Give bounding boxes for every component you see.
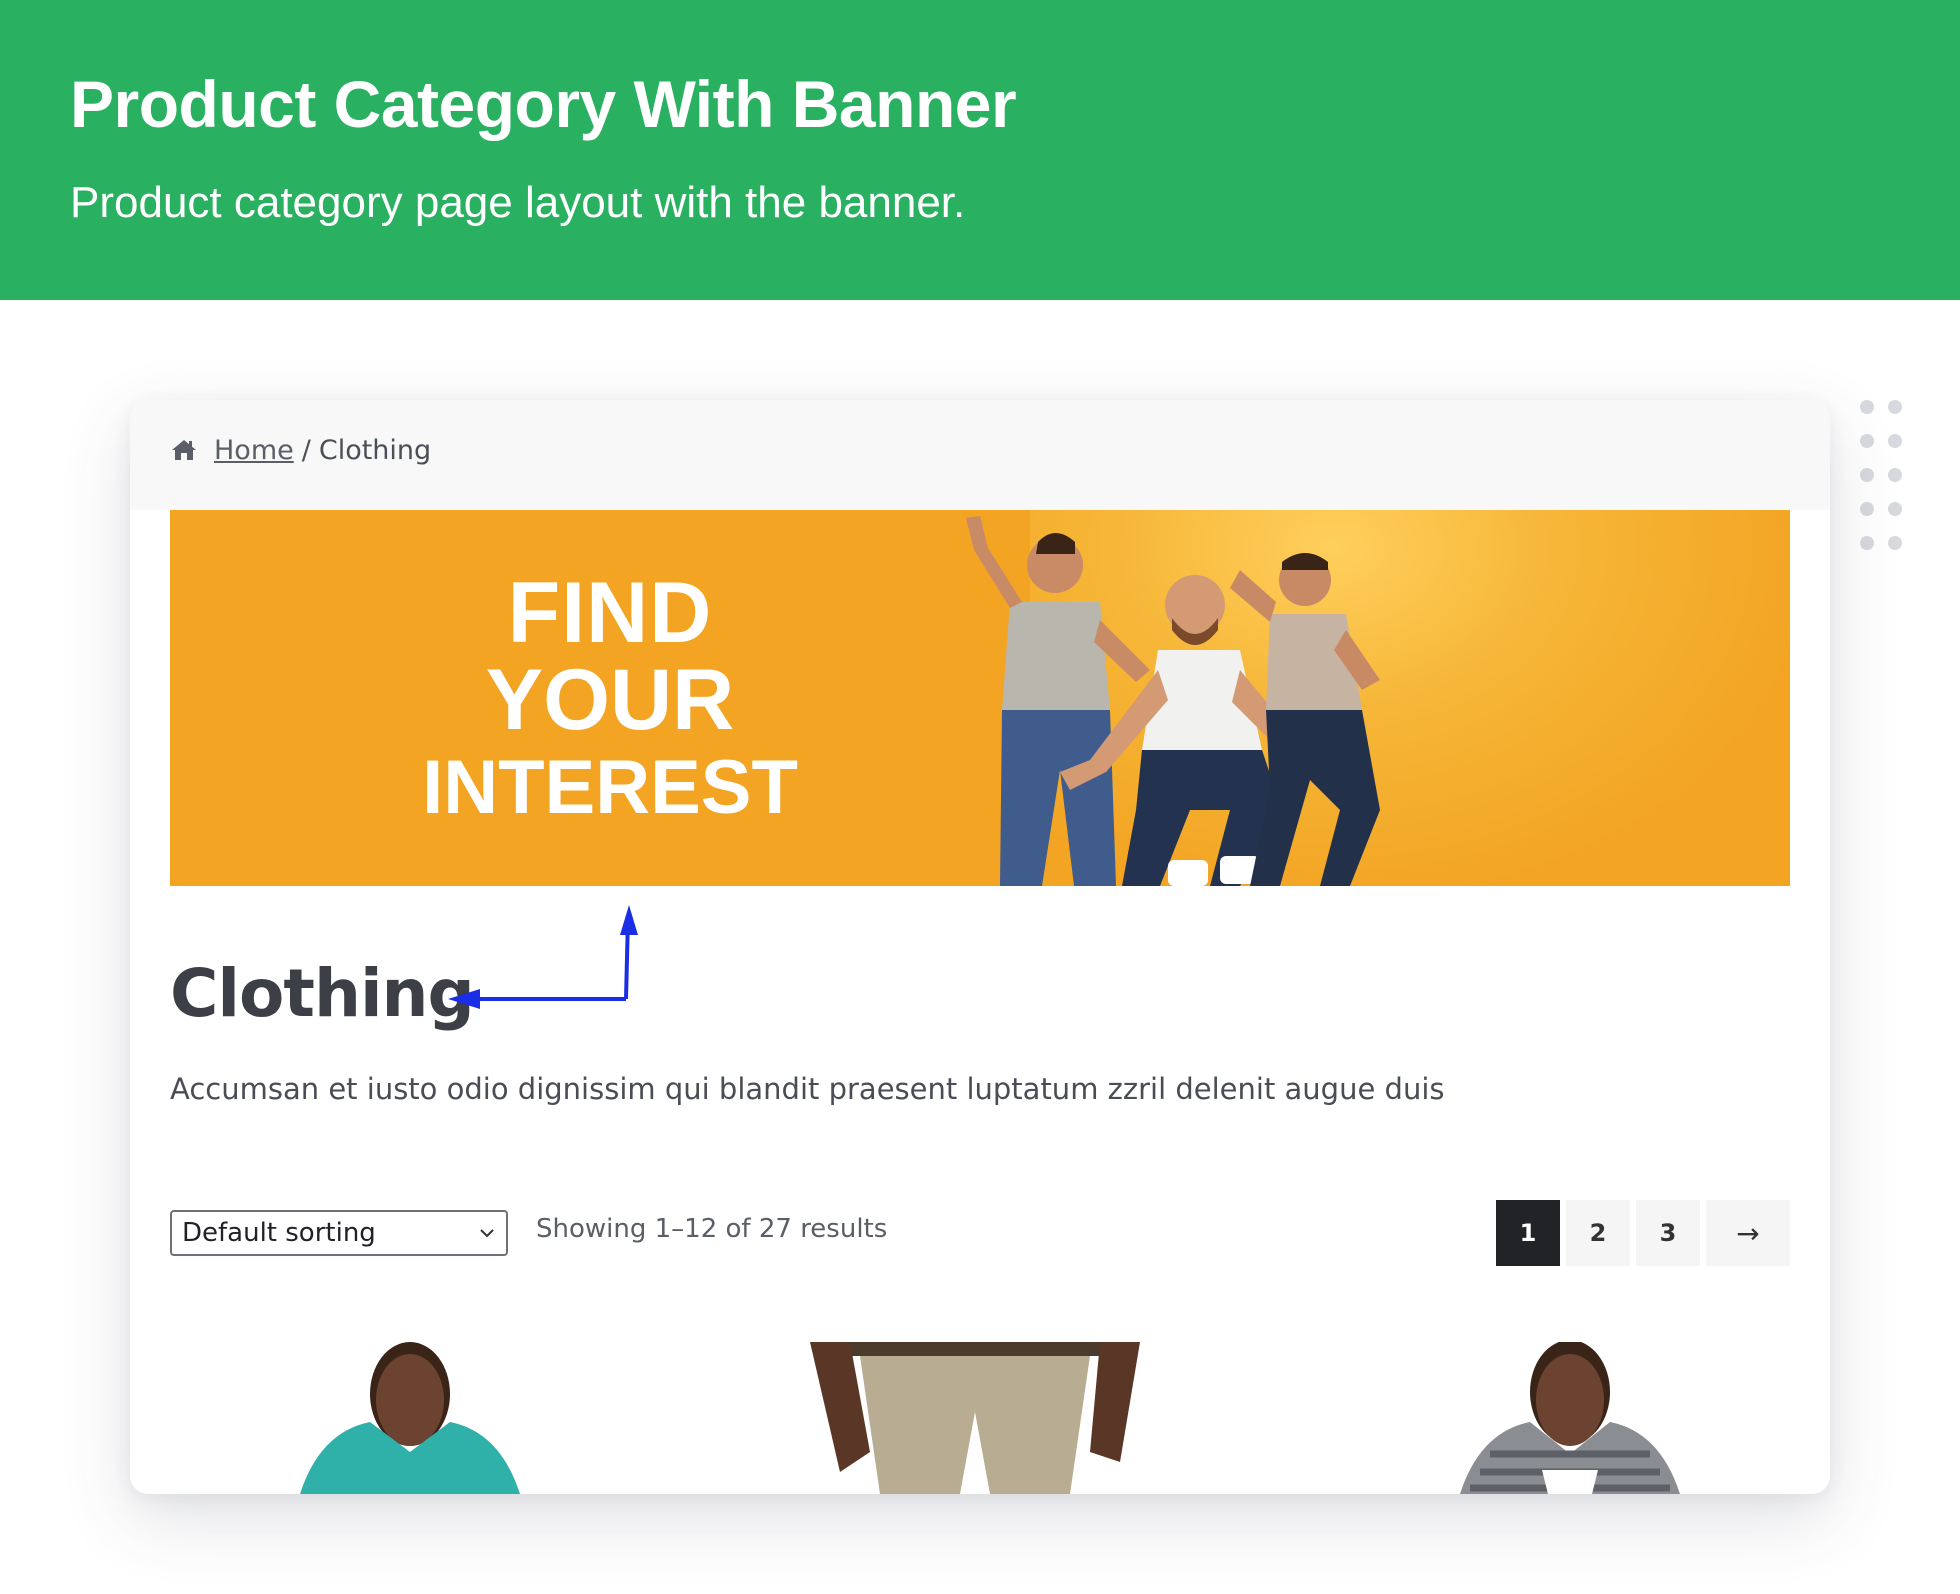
product-image-pants[interactable] <box>810 1342 1140 1494</box>
breadcrumb: Home / Clothing <box>170 430 431 470</box>
category-banner-image: FIND YOUR INTEREST <box>170 510 1790 886</box>
pagination: 1 2 3 → <box>1496 1200 1790 1266</box>
product-image-hoodie[interactable] <box>260 1342 560 1494</box>
banner-people-photo <box>966 516 1380 886</box>
page-3-button[interactable]: 3 <box>1636 1200 1700 1266</box>
category-title: Clothing <box>170 955 475 1032</box>
sorting-select-value: Default sorting <box>182 1218 376 1248</box>
home-icon[interactable] <box>170 438 198 462</box>
banner-line-3: INTEREST <box>422 745 798 830</box>
page-2-button[interactable]: 2 <box>1566 1200 1630 1266</box>
breadcrumb-bar: Home / Clothing <box>130 400 1830 510</box>
sorting-select[interactable]: Default sorting <box>170 1210 508 1256</box>
page-title: Product Category With Banner <box>70 67 1017 141</box>
breadcrumb-separator: / <box>301 434 311 466</box>
product-grid <box>170 1342 1790 1494</box>
banner-line-2: YOUR <box>485 652 735 748</box>
banner-headline: FIND YOUR INTEREST <box>390 570 830 832</box>
next-page-button[interactable]: → <box>1706 1200 1790 1266</box>
page-subtitle: Product category page layout with the ba… <box>70 178 966 227</box>
breadcrumb-current: Clothing <box>318 434 432 466</box>
breadcrumb-home-link[interactable]: Home <box>214 435 294 466</box>
category-page-preview: Home / Clothing FIND YOUR INTEREST Cloth… <box>130 400 1830 1494</box>
banner-line-1: FIND <box>507 565 713 661</box>
header-banner: Product Category With Banner Product cat… <box>0 0 1960 300</box>
chevron-down-icon <box>480 1229 494 1238</box>
shop-toolbar: Default sorting Showing 1–12 of 27 resul… <box>170 1200 1790 1266</box>
product-image-striped-hoodie[interactable] <box>1420 1342 1720 1494</box>
decorative-dots <box>1856 400 1906 560</box>
category-description: Accumsan et iusto odio dignissim qui bla… <box>170 1072 1445 1106</box>
page-1-button[interactable]: 1 <box>1496 1200 1560 1266</box>
annotation-arrows <box>448 905 638 1009</box>
results-count: Showing 1–12 of 27 results <box>536 1214 888 1244</box>
